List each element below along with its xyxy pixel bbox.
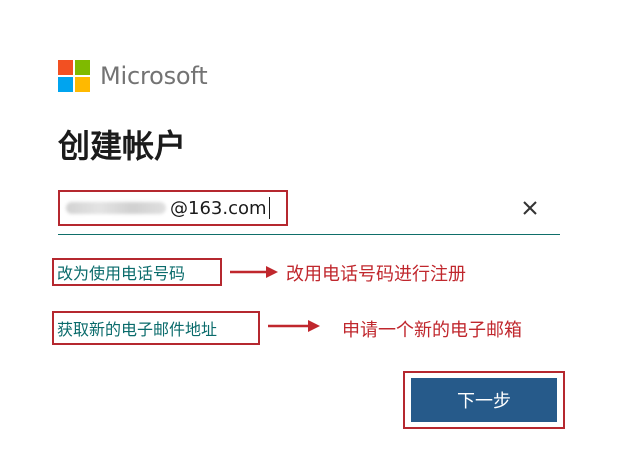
- logo-square-red: [58, 60, 73, 75]
- arrow-right-icon: [268, 320, 320, 332]
- arrow-right-icon: [230, 266, 278, 278]
- new-email-annotation: 申请一个新的电子邮箱: [342, 320, 522, 341]
- logo-square-blue: [58, 77, 73, 92]
- text-caret: [268, 197, 270, 219]
- use-phone-link-box: 改为使用电话号码: [52, 258, 222, 286]
- get-new-email-link[interactable]: 获取新的电子邮件地址: [57, 316, 217, 340]
- get-new-email-link-box: 获取新的电子邮件地址: [52, 311, 260, 345]
- logo-square-yellow: [75, 77, 90, 92]
- next-button[interactable]: 下一步: [411, 378, 557, 422]
- microsoft-logo-icon: [58, 60, 90, 92]
- close-icon[interactable]: [518, 196, 542, 220]
- microsoft-logo: Microsoft: [58, 60, 208, 92]
- logo-square-green: [75, 60, 90, 75]
- page-title: 创建帐户: [58, 127, 187, 165]
- use-phone-annotation: 改用电话号码进行注册: [286, 264, 466, 285]
- email-username-redacted: [66, 202, 166, 214]
- email-domain-text: @163.com: [170, 197, 267, 219]
- brand-name: Microsoft: [100, 62, 208, 90]
- email-field[interactable]: @163.com: [58, 186, 560, 235]
- next-button-highlight-box: 下一步: [403, 371, 565, 429]
- use-phone-link[interactable]: 改为使用电话号码: [57, 260, 185, 284]
- email-highlight-box: @163.com: [58, 190, 288, 226]
